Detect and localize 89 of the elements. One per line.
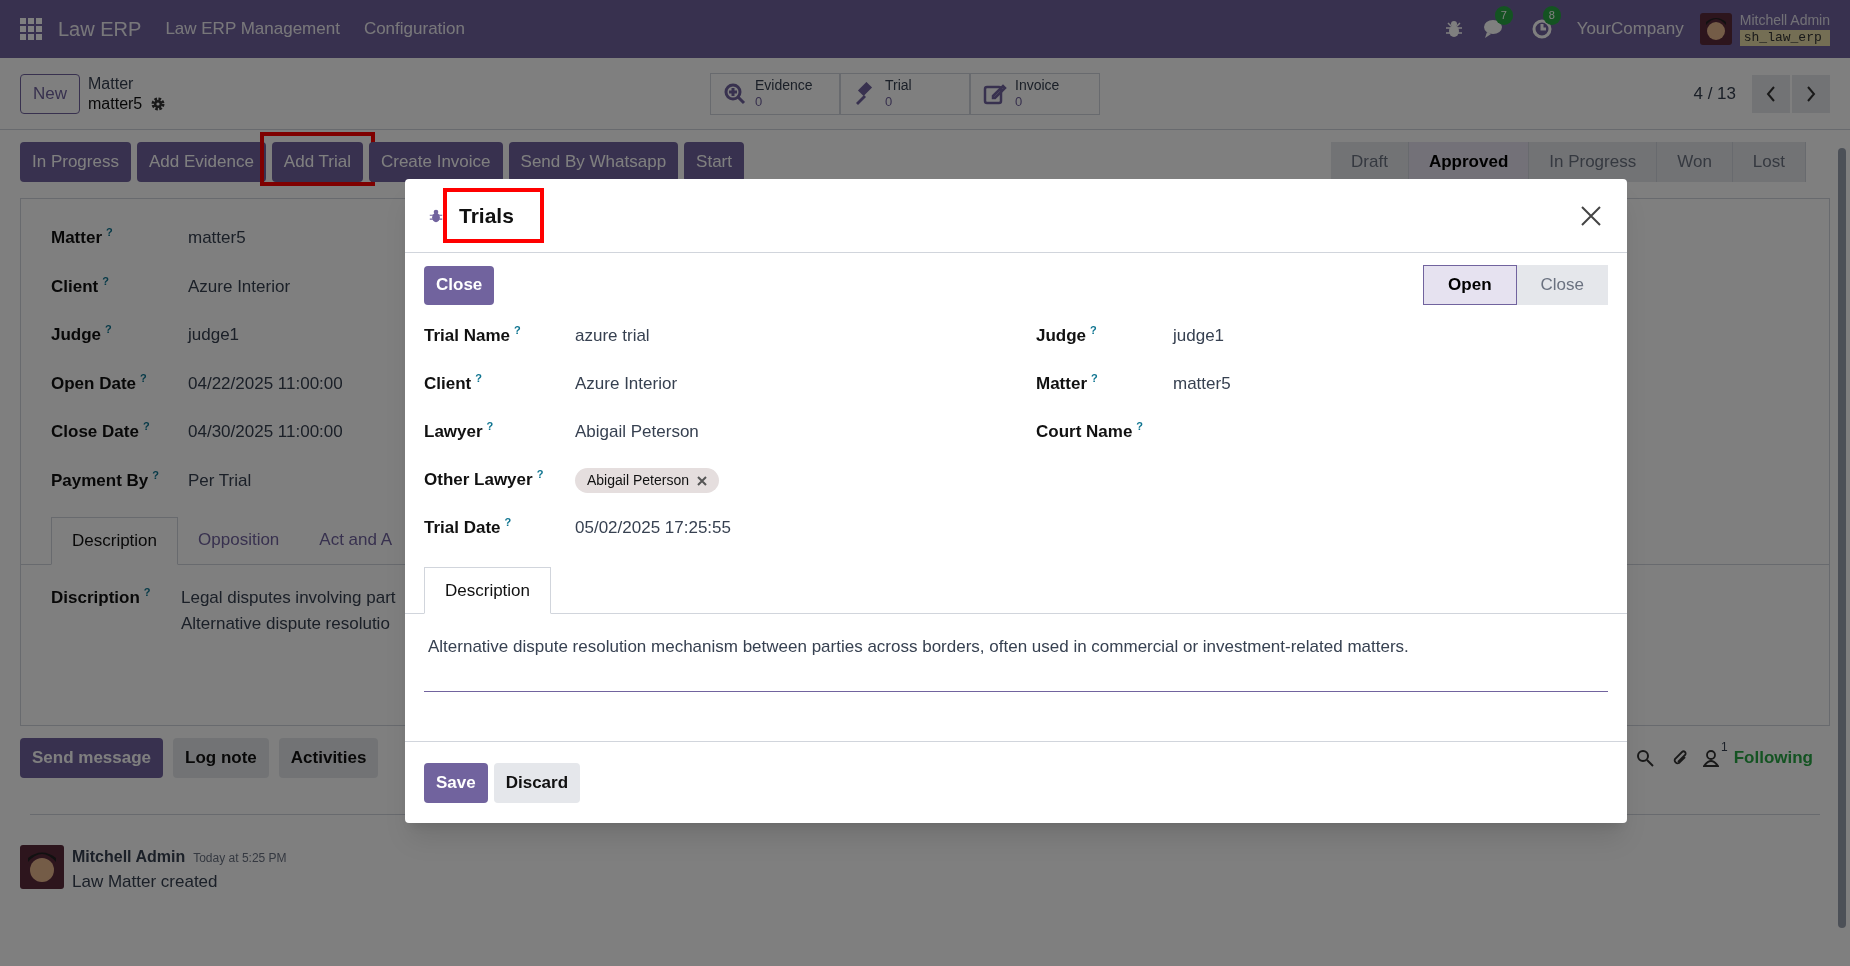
help-mark: ?	[1136, 420, 1144, 432]
description-text: Alternative dispute resolutio	[181, 613, 391, 635]
discard-button[interactable]: Discard	[493, 762, 581, 803]
menu-item[interactable]: Configuration	[363, 16, 465, 42]
label-text: Matter	[51, 228, 102, 247]
stage-step[interactable]: Close	[1516, 265, 1608, 305]
form-tab[interactable]: Opposition	[178, 516, 300, 564]
form-tab[interactable]: Description	[51, 517, 179, 565]
field-value: matter5	[188, 227, 246, 249]
help-mark: ?	[152, 468, 160, 481]
stage-step[interactable]: In Progress	[1529, 142, 1658, 182]
follow-button[interactable]: Following	[1733, 745, 1813, 771]
label-text: Matter	[1036, 374, 1087, 393]
description-field[interactable]: Alternative dispute resolution mechanism between parties across borders, often used in commercial or investment-related matters.	[424, 634, 1608, 692]
chatter-button[interactable]: Send message	[20, 738, 164, 778]
smart-button[interactable]: Invoice 0	[970, 72, 1100, 115]
field-value: Abigail Peterson	[575, 421, 699, 443]
pager-text: 4 / 13	[1693, 82, 1736, 105]
field-value: Per Trial	[188, 469, 252, 492]
help-mark: ?	[536, 468, 544, 480]
breadcrumb-link[interactable]: Matter	[88, 73, 288, 94]
action-button[interactable]: Add Trial	[271, 142, 363, 182]
label-text: Payment By	[51, 470, 149, 490]
action-button[interactable]: Create Invoice	[368, 142, 503, 182]
help-mark: ?	[514, 324, 521, 336]
tag-chip: Abigail Peterson	[575, 468, 719, 493]
help-mark: ?	[106, 226, 113, 238]
chatter-button[interactable]: Log note	[173, 738, 269, 778]
field-value: matter5	[1173, 373, 1231, 395]
dialog-tab[interactable]: Description	[424, 567, 552, 614]
stage-step[interactable]: Open	[1423, 265, 1517, 305]
label-text: Open Date	[51, 373, 137, 393]
help-mark: ?	[504, 516, 512, 528]
stage-step[interactable]: Approved	[1408, 142, 1530, 182]
field-value: Azure Interior	[188, 275, 291, 298]
field-value: 04/22/2025 11:00:00	[188, 372, 343, 395]
count-badge: 7	[1494, 6, 1513, 25]
action-button[interactable]: Start	[684, 142, 744, 182]
field-value: 04/30/2025 11:00:00	[188, 421, 343, 443]
field-value: judge1	[1173, 325, 1225, 347]
form-tab[interactable]: Act and A	[299, 516, 393, 564]
smart-button[interactable]: Trial 0	[840, 72, 970, 115]
record-name: matter5	[88, 93, 143, 114]
action-button[interactable]: Send By Whatsapp	[508, 142, 679, 182]
label-text: Discription	[51, 588, 140, 607]
label-text: Trial Date	[424, 518, 501, 537]
field-value: judge1	[188, 324, 240, 346]
help-mark: ?	[1091, 372, 1098, 384]
help-mark: ?	[102, 274, 109, 287]
help-mark: ?	[142, 420, 150, 432]
dialog-title: Trials	[459, 202, 514, 229]
app-name[interactable]: Law ERP	[58, 14, 142, 44]
help-mark: ?	[105, 323, 112, 335]
label-text: Judge	[51, 325, 102, 344]
smart-button[interactable]: Evidence 0	[710, 72, 840, 115]
message-text: Law Matter created	[72, 871, 219, 893]
close-button[interactable]: Close	[424, 265, 495, 305]
save-button[interactable]: Save	[424, 762, 488, 803]
menu-item[interactable]: Law ERP Management	[165, 16, 340, 42]
help-mark: ?	[475, 372, 482, 384]
new-button[interactable]: New	[20, 73, 80, 114]
field-value: 05/02/2025 17:25:55	[575, 517, 731, 539]
label-text: Client	[51, 276, 99, 296]
message-time: Today at 5:25 PM	[193, 850, 287, 867]
stage-step[interactable]: Won	[1657, 142, 1733, 182]
description-text: Legal disputes involving part	[181, 587, 396, 609]
chatter-button[interactable]: Activities	[278, 738, 379, 778]
help-mark: ?	[486, 420, 494, 432]
field-value: Azure Interior	[575, 373, 678, 395]
label-text: Court Name	[1036, 422, 1133, 441]
label-text: Judge	[1036, 326, 1087, 345]
help-mark: ?	[1090, 324, 1097, 336]
count-badge: 8	[1542, 6, 1561, 25]
label-text: Client	[424, 374, 472, 393]
company-name[interactable]: YourCompany	[1576, 16, 1684, 42]
stage-step[interactable]: Draft	[1331, 142, 1409, 182]
label-text: Trial Name	[424, 326, 510, 345]
action-button[interactable]: In Progress	[20, 142, 131, 182]
action-button[interactable]: Add Evidence	[136, 142, 266, 182]
author-name: Mitchell Admin	[72, 847, 186, 867]
help-mark: ?	[140, 371, 147, 384]
stage-step[interactable]: Lost	[1732, 142, 1806, 182]
follower-count: 1	[1721, 740, 1728, 754]
database-name: sh_law_erp	[1739, 29, 1830, 46]
label-text: Other Lawyer	[424, 470, 533, 489]
field-value: azure trial	[575, 325, 650, 347]
help-mark: ?	[143, 586, 151, 598]
label-text: Close Date	[51, 422, 139, 441]
label-text: Lawyer	[424, 422, 483, 441]
